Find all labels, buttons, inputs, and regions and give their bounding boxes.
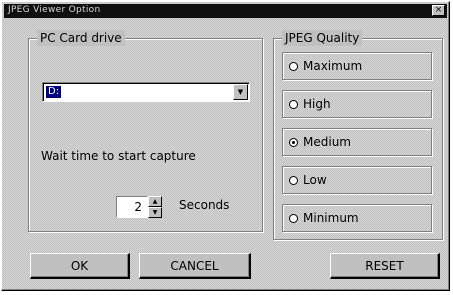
wait-time-input[interactable]: 2 <box>116 196 148 218</box>
radio-button[interactable] <box>289 214 298 223</box>
chevron-down-icon: ▼ <box>237 88 244 96</box>
quality-option-high[interactable]: High <box>282 90 432 118</box>
jpeg-quality-label: JPEG Quality <box>282 30 363 46</box>
ok-button[interactable]: OK <box>30 253 130 279</box>
pc-card-drive-label: PC Card drive <box>37 30 125 46</box>
jpeg-viewer-option-dialog: JPEG Viewer Option × PC Card drive D: ▼ … <box>1 1 450 291</box>
seconds-unit-label: Seconds <box>179 198 230 212</box>
cancel-button[interactable]: CANCEL <box>139 253 251 279</box>
radio-button[interactable] <box>289 176 298 185</box>
radio-button[interactable] <box>289 62 298 71</box>
option-label: Medium <box>303 135 351 149</box>
spin-down-button[interactable]: ▼ <box>148 207 162 218</box>
close-icon: × <box>434 5 443 15</box>
option-label: Minimum <box>303 211 359 225</box>
quality-option-maximum[interactable]: Maximum <box>282 52 432 80</box>
option-label: Low <box>303 173 327 187</box>
pc-card-drive-select[interactable]: D: ▼ <box>42 82 250 102</box>
quality-option-low[interactable]: Low <box>282 166 432 194</box>
dropdown-button[interactable]: ▼ <box>233 84 248 100</box>
quality-option-medium[interactable]: Medium <box>282 128 432 156</box>
quality-option-minimum[interactable]: Minimum <box>282 204 432 232</box>
drive-selected-value: D: <box>46 86 62 98</box>
arrow-up-icon: ▲ <box>152 198 158 205</box>
wait-time-spinner: ▲ ▼ <box>148 196 162 218</box>
wait-time-label: Wait time to start capture <box>41 149 196 163</box>
title-bar: JPEG Viewer Option × <box>4 4 447 18</box>
close-button[interactable]: × <box>432 5 445 16</box>
option-label: High <box>303 97 331 111</box>
arrow-down-icon: ▼ <box>152 209 158 216</box>
spin-up-button[interactable]: ▲ <box>148 196 162 207</box>
option-label: Maximum <box>303 59 363 73</box>
reset-button[interactable]: RESET <box>330 253 440 279</box>
window-title: JPEG Viewer Option <box>8 5 101 15</box>
radio-button-selected[interactable] <box>289 138 298 147</box>
radio-button[interactable] <box>289 100 298 109</box>
